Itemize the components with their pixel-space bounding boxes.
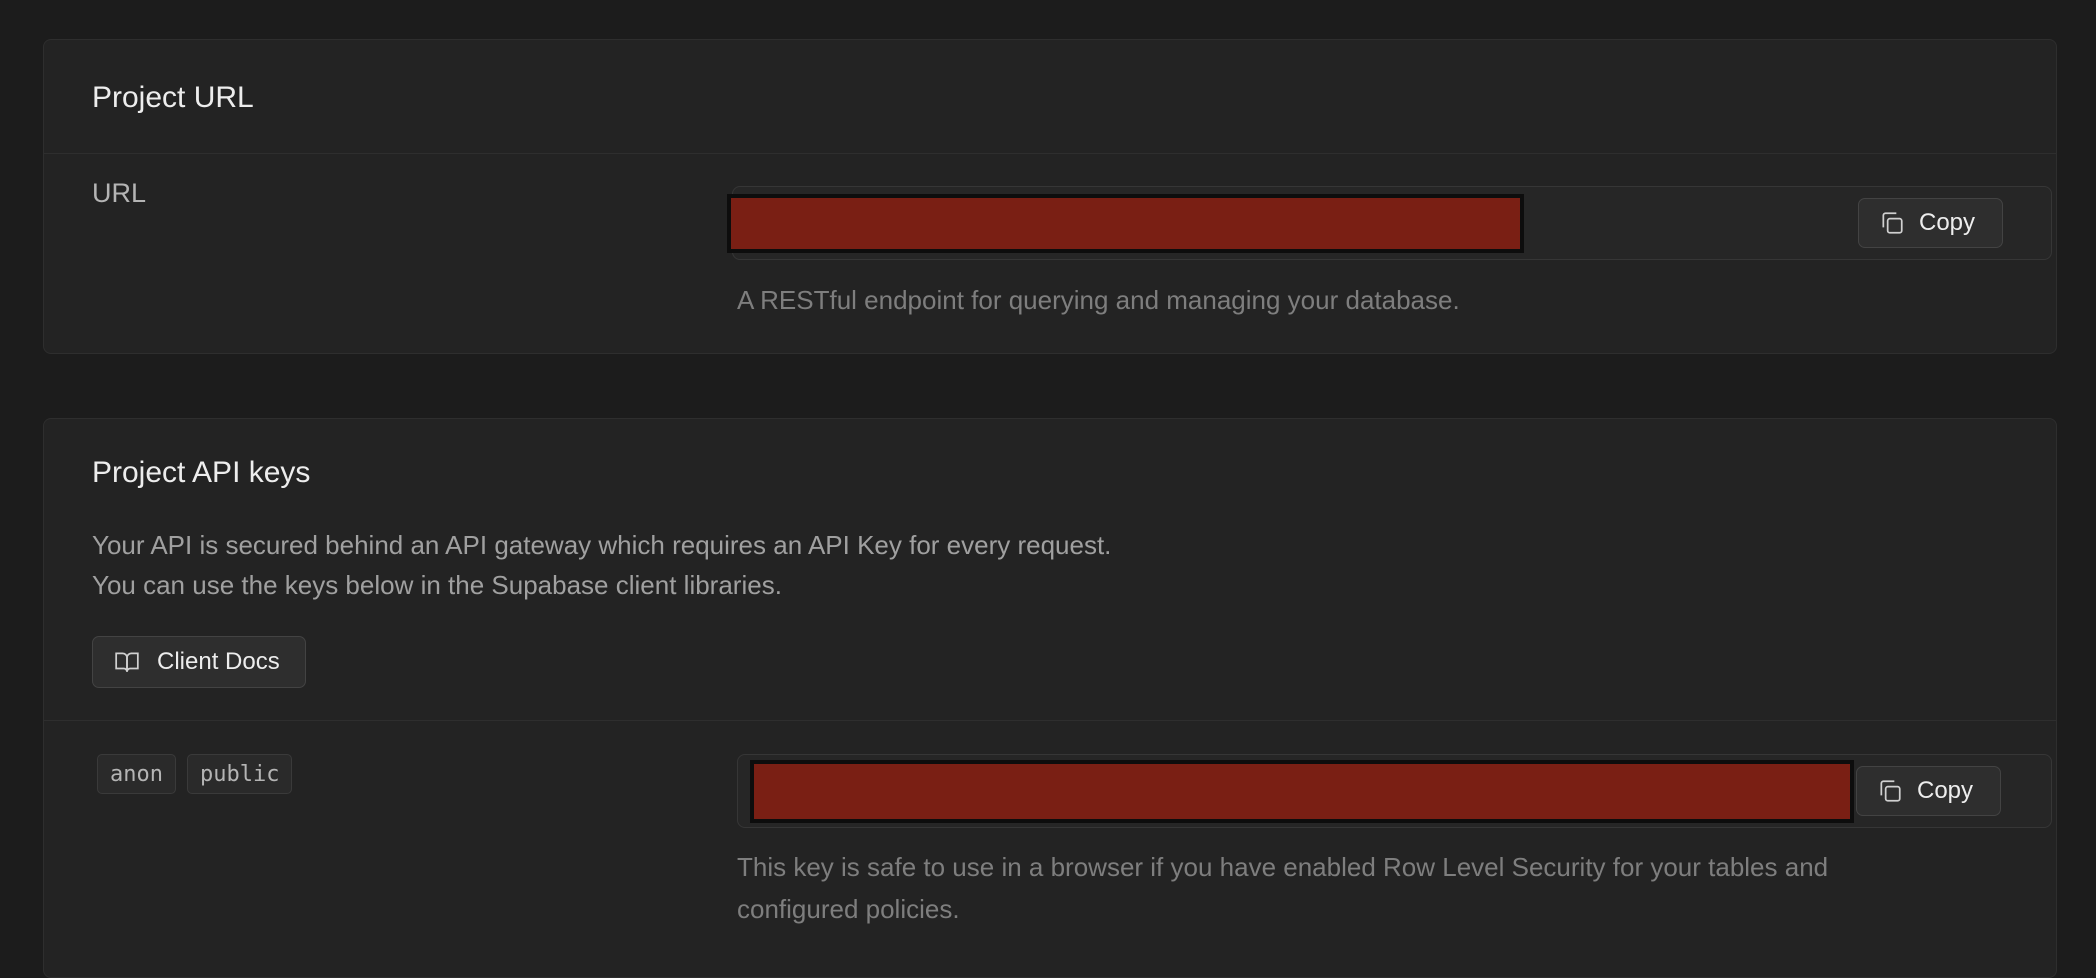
api-keys-title: Project API keys <box>92 456 311 489</box>
client-docs-button[interactable]: Client Docs <box>92 636 306 688</box>
book-open-icon <box>115 652 139 672</box>
anon-key-help-line1: This key is safe to use in a browser if … <box>737 852 1829 882</box>
copy-url-button[interactable]: Copy <box>1858 198 2003 248</box>
project-url-header: Project URL <box>44 40 2056 154</box>
api-keys-header: Project API keys Your API is secured beh… <box>44 419 2056 721</box>
copy-icon <box>1882 212 1903 234</box>
client-docs-label: Client Docs <box>157 648 280 675</box>
project-url-panel: Project URL URL Copy A RESTful endpoint … <box>43 39 2057 354</box>
url-field[interactable]: Copy <box>727 186 2052 260</box>
api-keys-panel: Project API keys Your API is secured beh… <box>43 418 2057 978</box>
anon-key-field[interactable]: Copy <box>737 754 2052 828</box>
url-help-text: A RESTful endpoint for querying and mana… <box>737 285 1460 315</box>
api-keys-description-line1: Your API is secured behind an API gatewa… <box>92 530 1112 560</box>
copy-anon-key-button[interactable]: Copy <box>1856 766 2001 816</box>
copy-url-label: Copy <box>1919 209 1976 236</box>
api-keys-description: Your API is secured behind an API gatewa… <box>92 525 1111 605</box>
copy-icon <box>1880 780 1901 802</box>
anon-key-help-line2: configured policies. <box>737 894 960 924</box>
anon-tag: anon <box>97 754 176 794</box>
public-tag: public <box>187 754 293 794</box>
api-keys-description-line2: You can use the keys below in the Supaba… <box>92 570 782 600</box>
copy-anon-key-label: Copy <box>1917 777 1974 804</box>
anon-key-help-text: This key is safe to use in a browser if … <box>737 846 1828 930</box>
url-label: URL <box>92 178 147 208</box>
url-redacted-value <box>727 194 1524 253</box>
project-url-title: Project URL <box>92 81 254 114</box>
anon-key-redacted-value <box>750 760 1854 823</box>
